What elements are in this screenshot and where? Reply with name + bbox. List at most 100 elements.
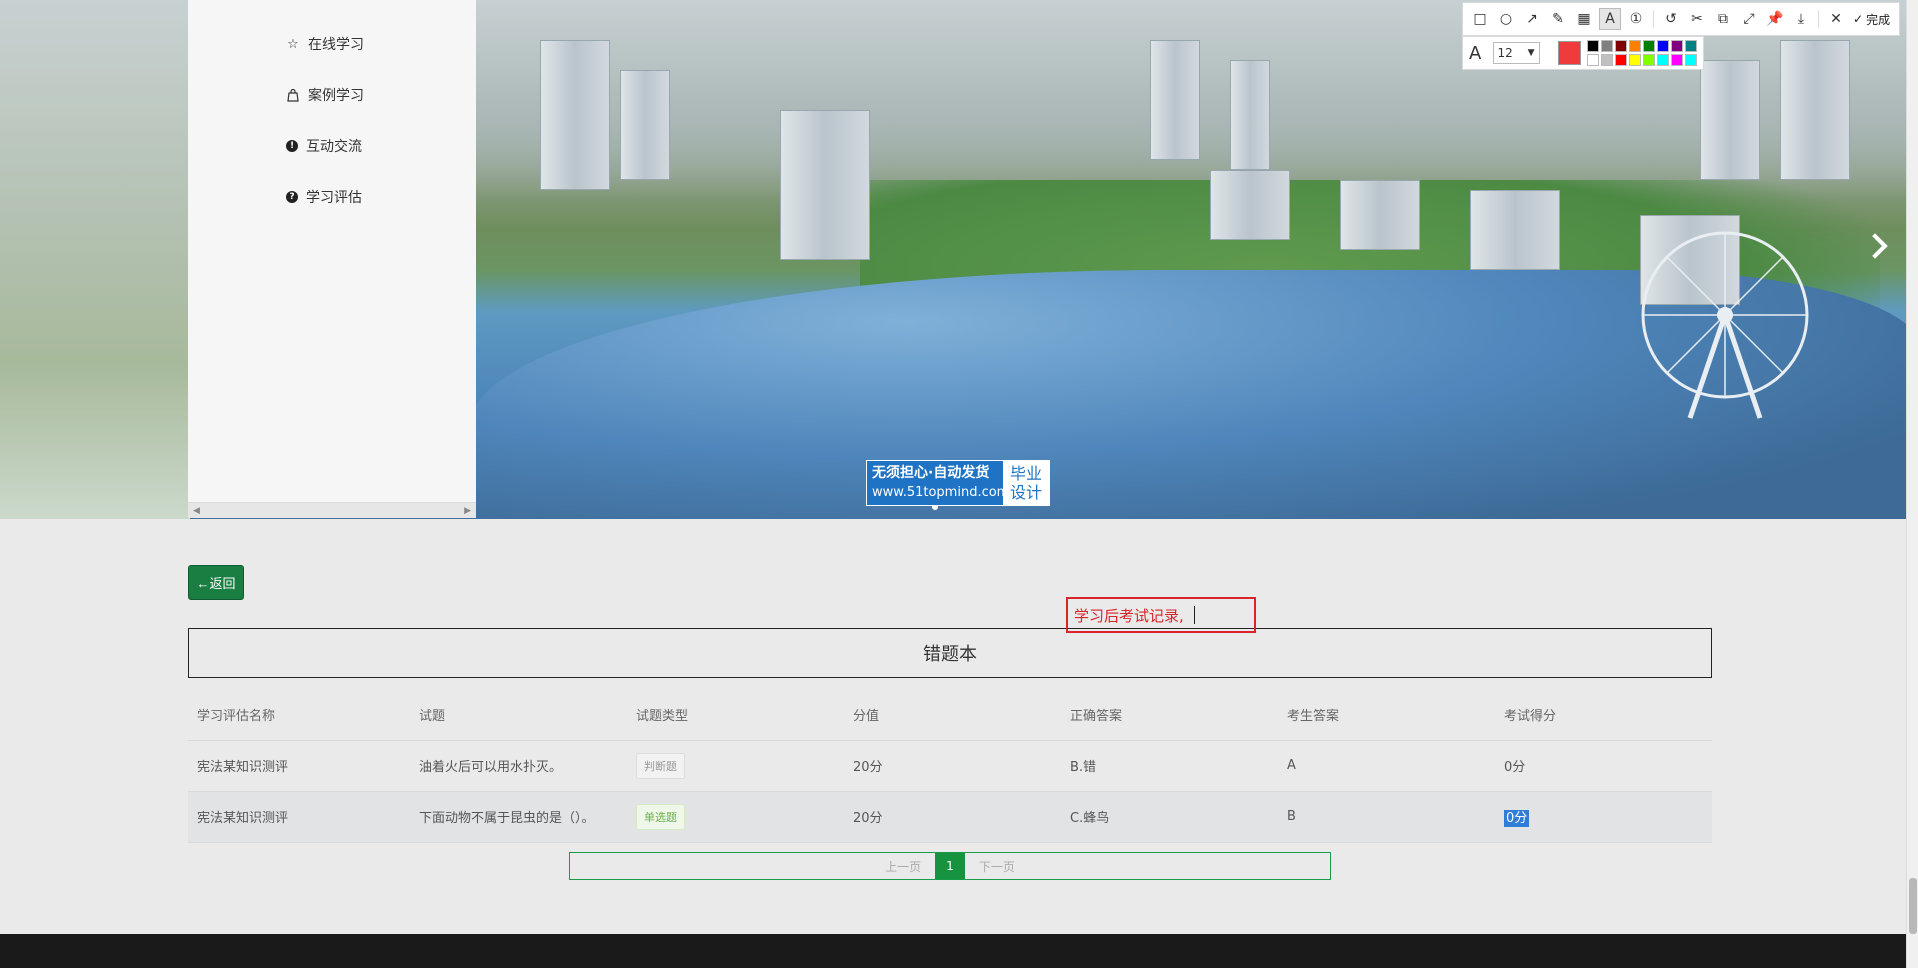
fullscreen-icon[interactable]: ⤢ <box>1738 8 1760 30</box>
watermark-right: 毕业 设计 <box>1003 461 1049 505</box>
cell-exam-score: 0分 <box>1495 740 1712 792</box>
toolbar-divider <box>1818 10 1819 28</box>
current-color-swatch[interactable] <box>1557 41 1581 65</box>
mosaic-tool-icon[interactable]: ▦ <box>1573 8 1595 30</box>
font-size-select[interactable]: 12 ▼ <box>1492 42 1540 64</box>
exclamation-icon: ! <box>286 140 298 152</box>
sidebar-item-case-learning[interactable]: 案例学习 <box>286 85 364 105</box>
download-icon[interactable]: ⤓ <box>1790 8 1812 30</box>
cell-exam-score: 0分 <box>1495 791 1712 843</box>
ellipse-tool-icon[interactable]: ○ <box>1495 8 1517 30</box>
banner-building <box>1230 60 1270 170</box>
cell-question: 油着火后可以用水扑灭。 <box>410 740 627 792</box>
annotation-textbox[interactable]: 学习后考试记录, <box>1066 597 1256 633</box>
page-number-current[interactable]: 1 <box>935 853 965 879</box>
sidebar-item-interaction[interactable]: ! 互动交流 <box>286 136 362 156</box>
chevron-down-icon: ▼ <box>1527 48 1535 58</box>
watermark-left: 无须担心·自动发货 www.51topmind.com <box>867 461 1010 505</box>
back-button[interactable]: ←返回 <box>188 565 244 600</box>
cell-correct-answer: B.错 <box>1061 740 1278 792</box>
banner-building <box>1340 180 1420 250</box>
close-icon[interactable]: ✕ <box>1825 8 1847 30</box>
sidebar-horizontal-scrollbar[interactable]: ◀ ▶ <box>188 502 476 518</box>
color-swatch[interactable] <box>1601 54 1613 66</box>
scrollbar-thumb[interactable] <box>1909 878 1917 934</box>
rectangle-tool-icon[interactable]: □ <box>1469 8 1491 30</box>
banner-building <box>620 70 670 180</box>
color-palette <box>1587 40 1697 66</box>
column-header: 试题 <box>410 690 627 741</box>
question-icon: ? <box>286 191 298 203</box>
color-swatch[interactable] <box>1685 40 1697 52</box>
annotation-text: 学习后考试记录, <box>1074 606 1184 625</box>
column-header: 正确答案 <box>1061 690 1278 741</box>
sidebar-item-assessment[interactable]: ? 学习评估 <box>286 187 362 207</box>
check-icon: ✓ <box>1853 12 1864 26</box>
ferris-wheel-graphic <box>1641 231 1809 419</box>
color-swatch[interactable] <box>1643 54 1655 66</box>
cell-correct-answer: C.蜂鸟 <box>1061 791 1278 843</box>
sidebar-item-label: 案例学习 <box>308 88 364 104</box>
color-swatch[interactable] <box>1615 40 1627 52</box>
prev-page-button[interactable]: 上一页 <box>871 858 935 875</box>
watermark-url: www.51topmind.com <box>872 485 1010 500</box>
cell-question: 下面动物不属于昆虫的是（）。 <box>410 791 627 843</box>
cell-score: 20分 <box>844 791 1061 843</box>
banner-building <box>1700 60 1760 180</box>
color-swatch[interactable] <box>1601 40 1613 52</box>
banner-left-panel <box>0 0 190 519</box>
table-row: 宪法某知识测评 油着火后可以用水扑灭。 判断题 20分 B.错 A 0分 <box>188 740 1712 792</box>
sidebar-item-label: 学习评估 <box>306 190 362 206</box>
copy-icon[interactable]: ⧉ <box>1712 8 1734 30</box>
color-swatch[interactable] <box>1629 54 1641 66</box>
column-header: 学习评估名称 <box>188 690 410 741</box>
cell-assessment-name: 宪法某知识测评 <box>188 791 410 843</box>
text-caret <box>1193 606 1195 624</box>
table-row: 宪法某知识测评 下面动物不属于昆虫的是（）。 单选题 20分 C.蜂鸟 B 0分 <box>188 791 1712 843</box>
star-icon: ☆ <box>287 36 299 52</box>
toolbar-divider <box>1653 10 1654 28</box>
screenshot-toolbar: □ ○ ↗ ✎ ▦ A ① ↺ ✂ ⧉ ⤢ 📌 ⤓ ✕ ✓ 完成 <box>1462 2 1900 36</box>
table-header-row: 学习评估名称 试题 试题类型 分值 正确答案 考生答案 考试得分 <box>188 690 1712 741</box>
number-tool-icon[interactable]: ① <box>1625 8 1647 30</box>
selected-text: 0分 <box>1504 810 1530 827</box>
color-swatch[interactable] <box>1629 40 1641 52</box>
bag-icon <box>286 88 300 102</box>
banner-building <box>1210 170 1290 240</box>
column-header: 考试得分 <box>1495 690 1712 741</box>
color-swatch[interactable] <box>1643 40 1655 52</box>
cut-icon[interactable]: ✂ <box>1686 8 1708 30</box>
banner-building <box>1780 40 1850 180</box>
next-page-button[interactable]: 下一页 <box>965 858 1029 875</box>
pagination: 上一页 1 下一页 <box>569 852 1331 880</box>
done-button[interactable]: ✓ 完成 <box>1853 11 1890 28</box>
color-swatch[interactable] <box>1657 54 1669 66</box>
undo-icon[interactable]: ↺ <box>1660 8 1682 30</box>
footer <box>0 934 1906 968</box>
cell-student-answer: B <box>1278 791 1495 843</box>
banner-building <box>1470 190 1560 270</box>
sidebar-item-label: 在线学习 <box>308 37 364 53</box>
page-vertical-scrollbar[interactable] <box>1906 0 1918 968</box>
color-swatch[interactable] <box>1671 40 1683 52</box>
color-swatch[interactable] <box>1671 54 1683 66</box>
banner-building <box>1150 40 1200 160</box>
color-swatch[interactable] <box>1587 40 1599 52</box>
pen-tool-icon[interactable]: ✎ <box>1547 8 1569 30</box>
done-label: 完成 <box>1866 12 1891 27</box>
arrow-tool-icon[interactable]: ↗ <box>1521 8 1543 30</box>
text-tool-icon[interactable]: A <box>1599 8 1621 30</box>
scroll-right-icon[interactable]: ▶ <box>464 506 471 516</box>
cell-score: 20分 <box>844 740 1061 792</box>
sidebar-item-online-learning[interactable]: ☆ 在线学习 <box>286 34 364 54</box>
font-icon: A <box>1469 42 1482 64</box>
color-swatch[interactable] <box>1657 40 1669 52</box>
cell-student-answer: A <box>1278 740 1495 792</box>
color-swatch[interactable] <box>1587 54 1599 66</box>
color-swatch[interactable] <box>1685 54 1697 66</box>
color-swatch[interactable] <box>1615 54 1627 66</box>
question-type-tag: 判断题 <box>636 752 685 779</box>
scroll-left-icon[interactable]: ◀ <box>193 506 200 516</box>
banner-building <box>540 40 610 190</box>
pin-icon[interactable]: 📌 <box>1764 8 1786 30</box>
